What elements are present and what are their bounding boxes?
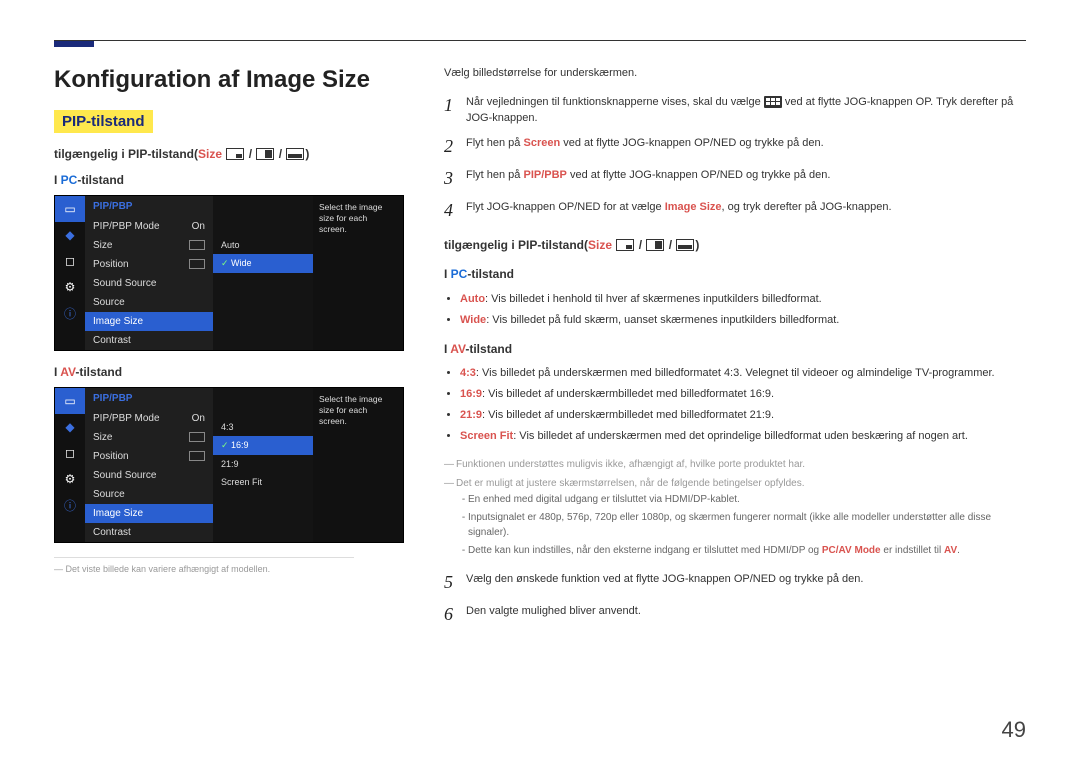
- size-icon-wide: [286, 148, 304, 160]
- osd-av-menu: ▭ ◆ ◻ ⚙ ⓘ PIP/PBP PIP/PBP ModeOn Size Po…: [54, 387, 404, 543]
- page-number: 49: [1002, 717, 1026, 743]
- pc-bullets: Auto: Vis billedet i henhold til hver af…: [444, 292, 1024, 329]
- footnote: Det viste billede kan variere afhængigt …: [54, 557, 354, 574]
- availability-line-2: tilgængelig i PIP-tilstand(Size / / ): [444, 237, 1024, 254]
- left-column: Konfiguration af Image Size PIP-tilstand…: [54, 66, 414, 574]
- subnotes: En enhed med digital udgang er tilslutte…: [444, 493, 1024, 559]
- diamond-icon: ◆: [55, 414, 85, 440]
- pc-mode-heading-2: I PC-tilstand: [444, 266, 1024, 283]
- note-2: Det er muligt at justere skærmstørrelsen…: [444, 476, 1024, 491]
- diamond-icon: ◆: [55, 222, 85, 248]
- page-title: Konfiguration af Image Size: [54, 66, 414, 94]
- osd-title: PIP/PBP: [85, 196, 213, 217]
- pc-mode-heading: I PC-tilstand: [54, 173, 414, 187]
- square-icon: ◻: [55, 248, 85, 274]
- gear-icon: ⚙: [55, 466, 85, 492]
- note-1: Funktionen understøttes muligvis ikke, a…: [444, 457, 1024, 472]
- av-mode-heading: I AV-tilstand: [54, 365, 414, 379]
- right-column: Vælg billedstørrelse for underskærmen. 1…: [444, 66, 1024, 633]
- gear-icon: ⚙: [55, 274, 85, 300]
- availability-line: tilgængelig i PIP-tilstand(Size / / ): [54, 147, 414, 161]
- monitor-icon: ▭: [55, 388, 85, 414]
- square-icon: ◻: [55, 440, 85, 466]
- pip-badge: PIP-tilstand: [54, 110, 153, 133]
- step-6: 6Den valgte mulighed bliver anvendt.: [444, 601, 1024, 627]
- step-5: 5Vælg den ønskede funktion ved at flytte…: [444, 569, 1024, 595]
- info-icon: ⓘ: [55, 300, 85, 326]
- av-mode-heading-2: I AV-tilstand: [444, 341, 1024, 358]
- step-1: 1 Når vejledningen til funktionsknappern…: [444, 92, 1024, 127]
- osd-tip: Select the image size for each screen.: [313, 196, 403, 350]
- intro-text: Vælg billedstørrelse for underskærmen.: [444, 66, 1024, 82]
- size-icon-half: [256, 148, 274, 160]
- step-3: 3 Flyt hen på PIP/PBP ved at flytte JOG-…: [444, 165, 1024, 191]
- step-4: 4 Flyt JOG-knappen OP/NED for at vælge I…: [444, 197, 1024, 223]
- info-icon: ⓘ: [55, 492, 85, 518]
- osd-pc-menu: ▭ ◆ ◻ ⚙ ⓘ PIP/PBP PIP/PBP ModeOn Size Po…: [54, 195, 404, 351]
- menu-icon: [764, 96, 782, 108]
- monitor-icon: ▭: [55, 196, 85, 222]
- step-2: 2 Flyt hen på Screen ved at flytte JOG-k…: [444, 133, 1024, 159]
- size-icon-small: [226, 148, 244, 160]
- av-bullets: 4:3: Vis billedet på underskærmen med bi…: [444, 366, 1024, 445]
- header-rule: [54, 40, 1026, 47]
